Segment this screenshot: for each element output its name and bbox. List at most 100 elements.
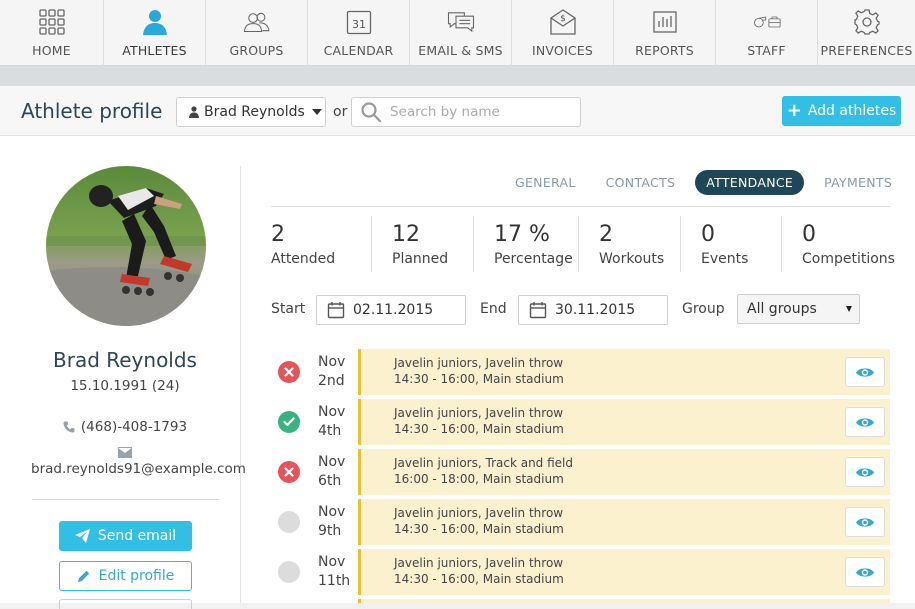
nav-staff[interactable]: STAFF (716, 0, 818, 66)
attendance-row: Nov 4th Javelin juniors, Javelin throw 14… (271, 399, 890, 445)
start-date-field[interactable]: 02.11.2015 (316, 295, 466, 325)
tab-payments[interactable]: PAYMENTS (824, 175, 892, 190)
search-icon (360, 101, 382, 123)
end-date-field[interactable]: 30.11.2015 (518, 295, 668, 325)
view-session-button[interactable] (845, 407, 885, 437)
nav-label: PREFERENCES (820, 43, 913, 58)
session-title: Javelin juniors, Javelin throw (394, 506, 564, 520)
nav-calendar[interactable]: 31 CALENDAR (308, 0, 410, 66)
stat-label: Planned (392, 251, 449, 267)
attendance-date: Nov 4th (318, 404, 346, 439)
athlete-selector[interactable]: Brad Reynolds (176, 97, 326, 127)
group-label: Group (682, 301, 725, 317)
view-session-button[interactable] (845, 457, 885, 487)
stat-value: 2 (271, 222, 285, 247)
nav-invoices[interactable]: $ INVOICES (512, 0, 614, 66)
session-card: Javelin juniors, Javelin throw 14:30 - 1… (358, 499, 890, 545)
vertical-divider (240, 166, 241, 603)
more-button[interactable] (59, 599, 192, 609)
profile-email[interactable]: brad.reynolds91@example.com (31, 461, 246, 477)
stat-workouts: 2 Workouts (579, 216, 681, 272)
stat-value: 0 (802, 222, 816, 247)
profile-name: Brad Reynolds (53, 348, 197, 372)
nav-athletes[interactable]: ATHLETES (104, 0, 206, 66)
session-title: Javelin juniors, Javelin throw (394, 556, 564, 570)
nav-reports[interactable]: REPORTS (614, 0, 716, 66)
caret-down-icon (311, 109, 322, 115)
calendar-icon (529, 301, 547, 319)
nav-label: HOME (32, 43, 71, 58)
nav-email-sms[interactable]: EMAIL & SMS (410, 0, 512, 66)
stat-label: Attended (271, 251, 336, 267)
stat-value: 17 % (494, 222, 550, 247)
edit-profile-label: Edit profile (98, 568, 175, 584)
nav-preferences[interactable]: PREFERENCES (818, 0, 915, 66)
envelope-icon (118, 443, 132, 462)
session-title: Javelin juniors, Track and field (394, 456, 573, 470)
tabs-divider (271, 206, 890, 207)
session-card: Javelin juniors, Javelin throw 14:30 - 1… (358, 349, 890, 395)
attendance-row: Nov 2nd Javelin juniors, Javelin throw 14… (271, 349, 890, 395)
nav-label: EMAIL & SMS (418, 43, 503, 58)
edit-profile-button[interactable]: Edit profile (59, 561, 192, 591)
eye-icon (855, 366, 875, 379)
nav-home[interactable]: HOME (0, 0, 104, 66)
session-title: Javelin juniors, Javelin throw (394, 356, 564, 370)
absent-status-icon[interactable] (278, 461, 300, 483)
attendance-date: Nov 11th (318, 554, 351, 589)
tab-contacts[interactable]: CONTACTS (606, 175, 676, 190)
athlete-search (351, 97, 581, 127)
nav-shadow-strip (0, 66, 915, 86)
attendance-date: Nov 9th (318, 504, 346, 539)
nav-label: ATHLETES (122, 43, 187, 58)
eye-icon (855, 516, 875, 529)
session-detail: 14:30 - 16:00, Main stadium (394, 372, 564, 386)
pencil-icon (77, 569, 91, 583)
view-session-button[interactable] (845, 357, 885, 387)
attendance-date: Nov 2nd (318, 354, 346, 389)
add-athletes-label: Add athletes (807, 103, 897, 119)
session-card: Javelin juniors, Javelin throw 14:30 - 1… (358, 399, 890, 445)
tab-attendance[interactable]: ATTENDANCE (695, 169, 805, 195)
plus-icon: + (786, 100, 802, 121)
start-label: Start (271, 301, 306, 317)
avatar (46, 166, 206, 326)
tab-general[interactable]: GENERAL (515, 175, 576, 190)
athlete-selector-label: Brad Reynolds (204, 104, 305, 120)
attendance-stats: 2 Attended 12 Planned 17 % Percentage 2 … (271, 216, 895, 272)
page-title: Athlete profile (21, 99, 163, 123)
send-email-button[interactable]: Send email (59, 521, 192, 551)
stat-label: Workouts (599, 251, 665, 267)
nav-groups[interactable]: GROUPS (206, 0, 308, 66)
session-detail: 14:30 - 16:00, Main stadium (394, 572, 564, 586)
nav-label: INVOICES (531, 43, 594, 58)
profile-tabs: GENERAL CONTACTS ATTENDANCE PAYMENTS (500, 169, 907, 195)
present-status-icon[interactable] (278, 411, 300, 433)
phone-icon (63, 421, 75, 433)
invoice-icon: $ (548, 7, 578, 37)
attendance-row-partial (271, 599, 890, 603)
profile-phone: (468)-408-1793 (30, 419, 220, 435)
eye-icon (855, 466, 875, 479)
or-label: or (333, 104, 348, 120)
group-select[interactable]: All groups (737, 294, 860, 324)
stat-competitions: 0 Competitions (782, 216, 895, 272)
unmarked-status-icon[interactable] (278, 561, 300, 583)
svg-text:$: $ (560, 14, 566, 24)
gear-icon (852, 7, 882, 37)
add-athletes-button[interactable]: + Add athletes (782, 96, 901, 126)
view-session-button[interactable] (845, 557, 885, 587)
unmarked-status-icon[interactable] (278, 511, 300, 533)
view-session-button[interactable] (845, 507, 885, 537)
paper-plane-icon (74, 529, 90, 543)
absent-status-icon[interactable] (278, 361, 300, 383)
profile-divider (32, 499, 219, 500)
search-input[interactable] (388, 103, 568, 121)
session-detail: 14:30 - 16:00, Main stadium (394, 422, 564, 436)
stat-planned: 12 Planned (372, 216, 474, 272)
stat-events: 0 Events (681, 216, 782, 272)
top-navigation: HOME ATHLETES GROUPS 31 CALENDAR EMAIL &… (0, 0, 915, 66)
svg-text:31: 31 (352, 18, 366, 31)
stat-value: 2 (599, 222, 613, 247)
attendance-row: Nov 11th Javelin juniors, Javelin throw 1… (271, 549, 890, 595)
